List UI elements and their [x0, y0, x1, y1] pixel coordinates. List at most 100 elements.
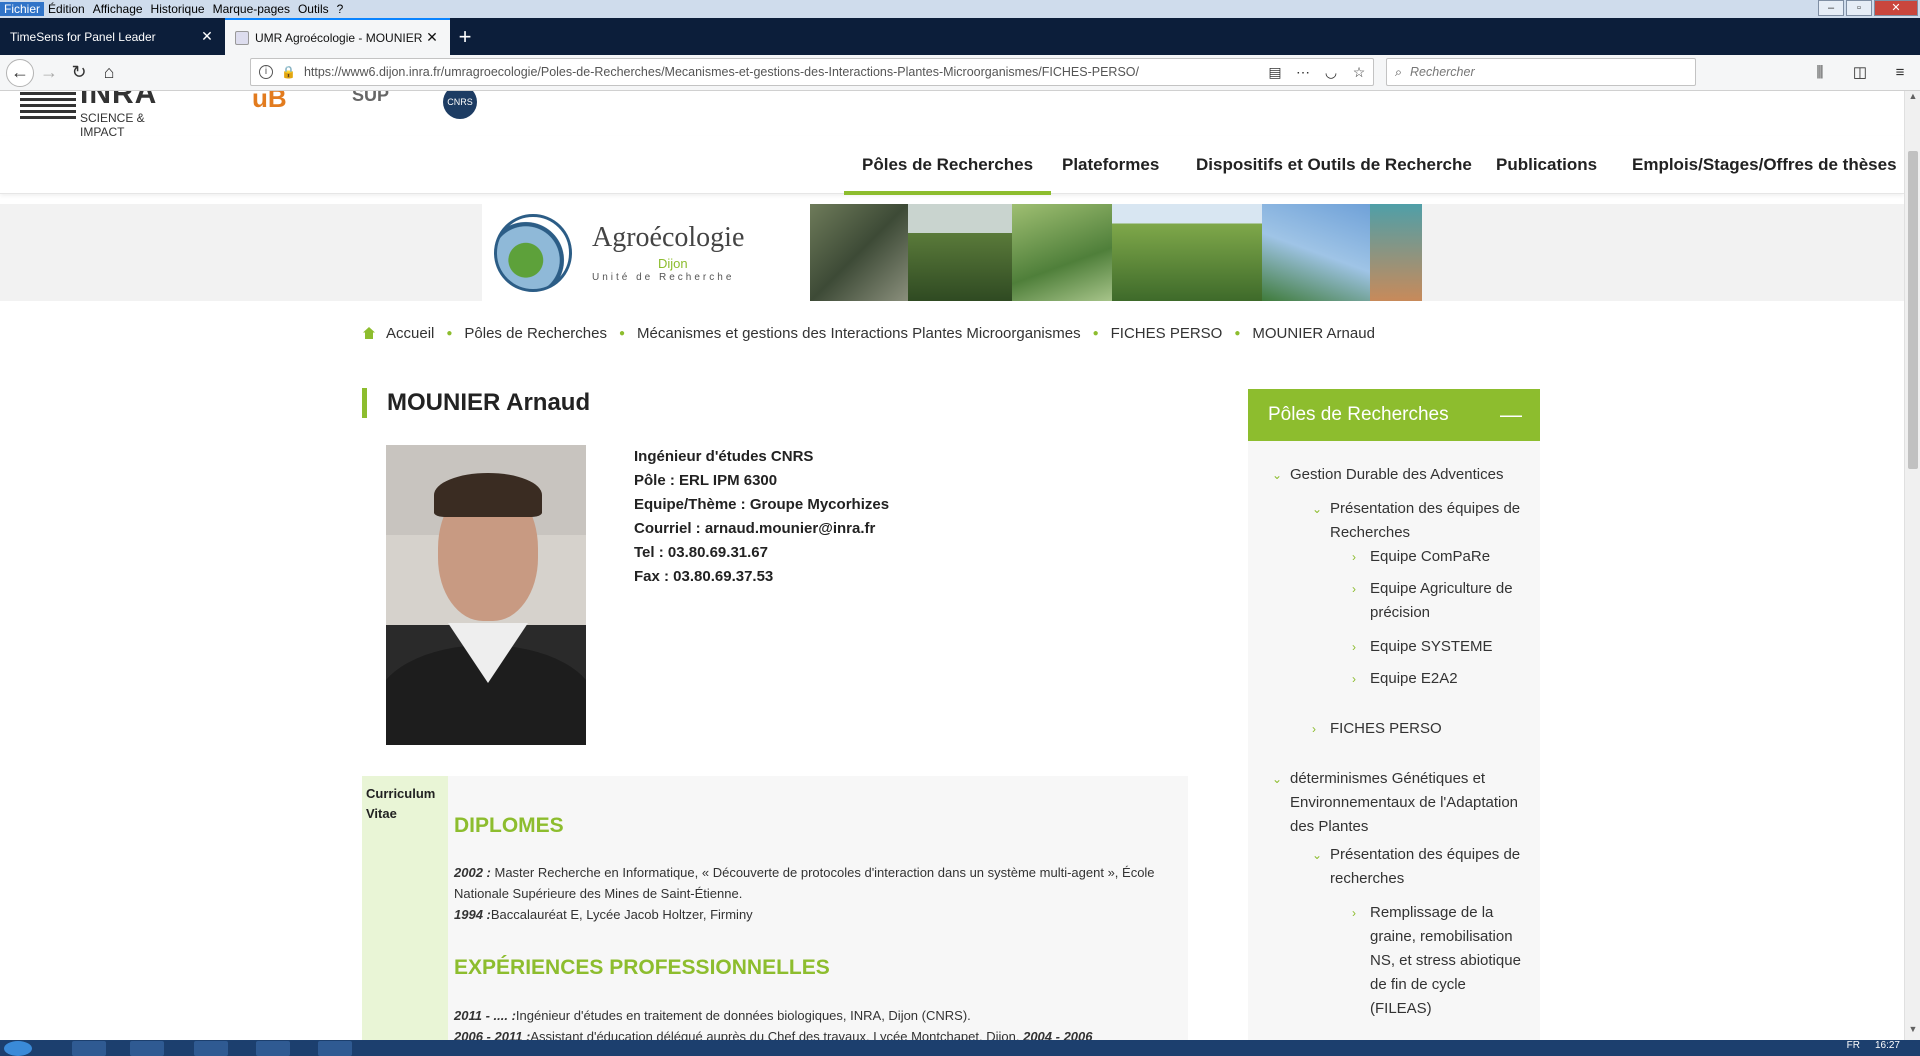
nav-poles-de-recherches[interactable]: Pôles de Recherches	[843, 136, 1052, 195]
menu-aide[interactable]: ?	[333, 2, 348, 16]
banner-photo-field	[1112, 204, 1262, 301]
nav-publications[interactable]: Publications	[1496, 136, 1597, 194]
tab-agroecologie[interactable]: UMR Agroécologie - MOUNIER ✕	[225, 18, 450, 55]
photo-hair	[434, 473, 542, 517]
person-email[interactable]: Courriel : arnaud.mounier@inra.fr	[634, 517, 889, 541]
sidebar-item-label: déterminismes Génétiques et Environnemen…	[1290, 770, 1519, 835]
reload-button[interactable]: ↻	[64, 58, 94, 88]
page-actions-icon[interactable]: ⋯	[1289, 64, 1317, 81]
collapse-icon[interactable]: —	[1500, 389, 1522, 441]
cv-heading-experiences: EXPÉRIENCES PROFESSIONNELLES	[454, 956, 830, 979]
page-viewport: INRA SCIENCE & IMPACT uB SUP CNRS Pôles …	[0, 91, 1904, 1040]
back-button[interactable]: ←	[6, 58, 34, 87]
sidebar-item-label: FICHES PERSO	[1330, 720, 1442, 737]
start-button[interactable]	[4, 1041, 32, 1056]
nav-emplois[interactable]: Emplois/Stages/Offres de thèses	[1632, 136, 1897, 194]
sidebar-header[interactable]: Pôles de Recherches —	[1248, 389, 1540, 441]
menu-edition[interactable]: Édition	[44, 2, 89, 16]
taskbar-clock[interactable]: 16:27	[1875, 1040, 1900, 1051]
ub-logo[interactable]: uB	[252, 91, 312, 117]
breadcrumb: Accueil ● Pôles de Recherches ● Mécanism…	[362, 321, 1375, 345]
person-role: Ingénieur d'études CNRS	[634, 448, 814, 465]
breadcrumb-separator: ●	[619, 327, 626, 339]
search-placeholder: Rechercher	[1410, 65, 1475, 79]
reader-view-icon[interactable]: ▤	[1261, 64, 1289, 81]
scroll-down-icon[interactable]: ▼	[1905, 1024, 1920, 1040]
taskbar-app-icon[interactable]	[194, 1041, 228, 1056]
sidebar-item-label: Présentation des équipes de recherches	[1330, 846, 1521, 887]
pocket-icon[interactable]: ◡	[1317, 64, 1345, 81]
search-bar[interactable]: ⌕ Rechercher	[1386, 58, 1696, 86]
sidebar-item-fiches-perso[interactable]: › FICHES PERSO	[1312, 717, 1530, 741]
agrosup-logo[interactable]: SUP	[352, 91, 400, 119]
url-text[interactable]: https://www6.dijon.inra.fr/umragroecolog…	[304, 65, 1261, 79]
cnrs-logo[interactable]: CNRS	[443, 91, 477, 119]
contact-info: Ingénieur d'études CNRS Pôle : ERL IPM 6…	[634, 445, 889, 589]
inra-logo[interactable]: INRA SCIENCE & IMPACT	[20, 91, 170, 139]
sidebar-item-fileas[interactable]: › Remplissage de la graine, remobilisatio…	[1352, 901, 1530, 1021]
tab-label: UMR Agroécologie - MOUNIER	[255, 30, 423, 45]
taskbar-app-icon[interactable]	[130, 1041, 164, 1056]
tab-label: TimeSens for Panel Leader	[10, 29, 156, 44]
sidebar-toggle-icon[interactable]: ◫	[1846, 58, 1874, 86]
sidebar-item-agriculture-precision[interactable]: › Equipe Agriculture de précision	[1352, 577, 1530, 625]
taskbar-chrome-icon[interactable]	[256, 1041, 290, 1056]
inra-logo-name: INRA	[80, 91, 158, 110]
minimize-button[interactable]: –	[1818, 0, 1844, 16]
banner-photo-microscope	[1370, 204, 1422, 301]
menu-outils[interactable]: Outils	[294, 2, 333, 16]
nav-plateformes[interactable]: Plateformes	[1062, 136, 1159, 194]
breadcrumb-mecanismes[interactable]: Mécanismes et gestions des Interactions …	[637, 325, 1081, 342]
breadcrumb-fiches-perso[interactable]: FICHES PERSO	[1111, 325, 1223, 342]
breadcrumb-separator: ●	[1234, 327, 1241, 339]
sidebar-item-presentation-equipes[interactable]: ⌄ Présentation des équipes de Recherches	[1312, 497, 1530, 545]
cv-diplome-1: 2002 : Master Recherche en Informatique,…	[454, 862, 1184, 904]
close-tab-icon[interactable]: ✕	[199, 28, 215, 45]
inra-logo-mark	[20, 91, 76, 119]
window-controls: – ▫ ✕	[1818, 0, 1918, 16]
close-tab-icon[interactable]: ✕	[424, 29, 440, 46]
library-icon[interactable]: ⫼	[1806, 58, 1834, 86]
taskbar-explorer-icon[interactable]	[72, 1041, 106, 1056]
menu-marque-pages[interactable]: Marque-pages	[209, 2, 294, 16]
cv-diplome-1-text: Master Recherche en Informatique, « Déco…	[454, 865, 1155, 901]
scroll-up-icon[interactable]: ▲	[1905, 91, 1920, 107]
close-window-button[interactable]: ✕	[1874, 0, 1918, 16]
sidebar-item-determinismes[interactable]: ⌄ déterminismes Génétiques et Environneme…	[1272, 767, 1530, 839]
menu-bar: Fichier Édition Affichage Historique Mar…	[0, 0, 1920, 18]
url-bar[interactable]: i 🔒 https://www6.dijon.inra.fr/umragroec…	[250, 58, 1374, 86]
taskbar-language[interactable]: FR	[1847, 1040, 1860, 1051]
info-icon[interactable]: i	[259, 65, 273, 79]
sidebar-item-presentation-equipes-2[interactable]: ⌄ Présentation des équipes de recherches	[1312, 843, 1530, 891]
sidebar: Pôles de Recherches — ⌄ Gestion Durable d…	[1248, 389, 1540, 1040]
maximize-button[interactable]: ▫	[1846, 0, 1872, 16]
sidebar-item-gestion-durable[interactable]: ⌄ Gestion Durable des Adventices	[1272, 463, 1530, 487]
menu-historique[interactable]: Historique	[147, 2, 209, 16]
breadcrumb-accueil[interactable]: Accueil	[386, 325, 434, 342]
new-tab-button[interactable]: +	[450, 18, 480, 55]
menu-fichier[interactable]: Fichier	[0, 2, 45, 16]
scrollbar-thumb[interactable]	[1908, 151, 1918, 469]
breadcrumb-poles[interactable]: Pôles de Recherches	[464, 325, 607, 342]
cv-diplome-2-text: Baccalauréat E, Lycée Jacob Holtzer, Fir…	[490, 907, 753, 922]
sidebar-item-compare[interactable]: › Equipe ComPaRe	[1352, 545, 1530, 569]
cv-experience-2: 2006 - 2011 :Assistant d'éducation délég…	[454, 1026, 1184, 1040]
logo-row: INRA SCIENCE & IMPACT uB SUP CNRS	[0, 91, 1904, 139]
tab-timesens[interactable]: TimeSens for Panel Leader ✕	[0, 18, 225, 55]
hamburger-menu-icon[interactable]: ≡	[1886, 58, 1914, 86]
home-button[interactable]: ⌂	[94, 58, 124, 88]
cv-experience-2-year: 2006 - 2011 :	[454, 1029, 531, 1040]
sidebar-item-label: Equipe SYSTEME	[1370, 638, 1493, 655]
taskbar-firefox-icon[interactable]	[318, 1041, 352, 1056]
agroecologie-logo[interactable]: Agroécologie Dijon Unité de Recherche	[482, 204, 810, 301]
sidebar-item-label: Remplissage de la graine, remobilisation…	[1370, 904, 1521, 1017]
menu-affichage[interactable]: Affichage	[89, 2, 147, 16]
nav-dispositifs[interactable]: Dispositifs et Outils de Recherche	[1196, 136, 1472, 194]
page-scrollbar[interactable]: ▲ ▼	[1904, 91, 1920, 1040]
sidebar-item-e2a2[interactable]: › Equipe E2A2	[1352, 667, 1530, 691]
bookmark-star-icon[interactable]: ☆	[1345, 64, 1373, 81]
sidebar-item-systeme[interactable]: › Equipe SYSTEME	[1352, 635, 1530, 659]
forward-button[interactable]: →	[34, 58, 64, 88]
chevron-right-icon: ›	[1352, 906, 1356, 920]
site-banner: Agroécologie Dijon Unité de Recherche	[0, 204, 1904, 301]
